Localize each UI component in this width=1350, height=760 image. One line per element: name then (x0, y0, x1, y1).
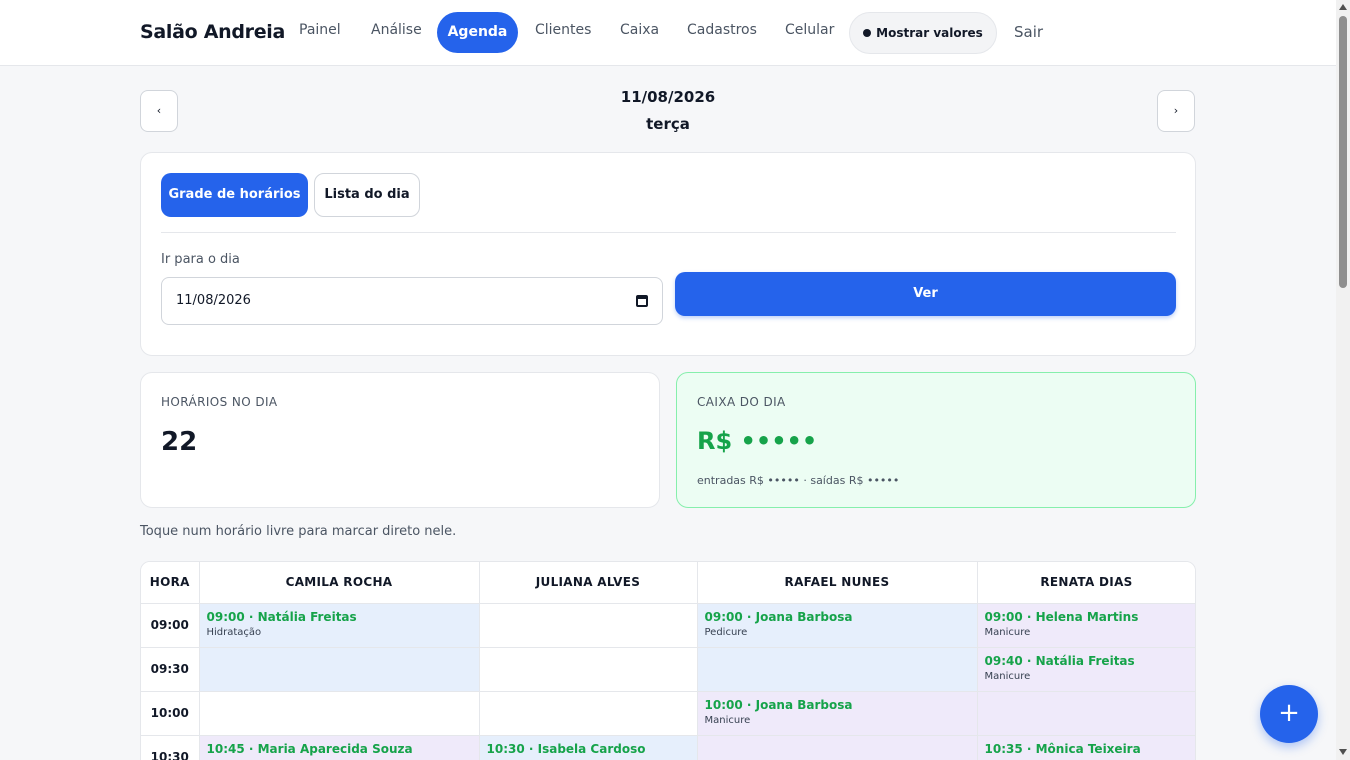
page-scrollbar[interactable] (1336, 0, 1350, 760)
free-slot[interactable] (479, 603, 698, 648)
scroll-up-arrow-icon[interactable] (1339, 4, 1347, 10)
nav-item-caixa[interactable]: Caixa (620, 22, 659, 38)
column-header-professional: RENATA DIAS (977, 562, 1195, 604)
appointment-service: Manicure (704, 714, 751, 726)
calendar-icon[interactable] (636, 295, 648, 307)
slots-label: HORÁRIOS NO DIA (161, 395, 278, 409)
divider (161, 232, 1176, 233)
goto-date-value: 11/08/2026 (176, 293, 251, 308)
column-header-professional: RAFAEL NUNES (697, 562, 978, 604)
appointment-title: 10:35 · Mônica Teixeira (984, 741, 1141, 756)
current-weekday: terça (646, 115, 690, 133)
show-values-label: Mostrar valores (876, 26, 983, 40)
column-header-professional: JULIANA ALVES (479, 562, 698, 604)
eye-dot-icon (863, 29, 872, 37)
free-slot[interactable] (199, 691, 480, 736)
nav-item-painel[interactable]: Painel (299, 22, 341, 38)
appointment-service: Manicure (984, 670, 1031, 682)
scroll-thumb[interactable] (1339, 16, 1347, 288)
hour-cell: 09:30 (141, 647, 200, 692)
free-slot[interactable] (977, 691, 1195, 736)
free-slot[interactable] (479, 647, 698, 692)
cash-label: CAIXA DO DIA (697, 395, 786, 409)
free-slot[interactable] (697, 647, 978, 692)
free-slot[interactable] (697, 735, 978, 760)
hour-cell: 09:00 (141, 603, 200, 648)
prev-day-button[interactable]: ‹ (140, 90, 178, 132)
add-appointment-button[interactable]: + (1260, 685, 1318, 743)
slots-stat-card: HORÁRIOS NO DIA 22 (140, 372, 660, 508)
appointment-title: 10:45 · Maria Aparecida Souza (206, 741, 413, 756)
nav-item-celular[interactable]: Celular (785, 22, 834, 38)
schedule-grid: HORA CAMILA ROCHA JULIANA ALVES RAFAEL N… (140, 561, 1196, 760)
goto-day-label: Ir para o dia (161, 252, 240, 267)
appointment-title: 09:00 · Joana Barbosa (704, 609, 853, 624)
current-date: 11/08/2026 (620, 88, 716, 106)
tab-grade-de-horarios[interactable]: Grade de horários (161, 173, 308, 217)
schedule-table: HORA CAMILA ROCHA JULIANA ALVES RAFAEL N… (141, 562, 1195, 760)
brand-title: Salão Andreia (140, 21, 286, 43)
free-slot[interactable] (479, 691, 698, 736)
scroll-down-arrow-icon[interactable] (1339, 749, 1347, 755)
appointment-slot[interactable]: 10:00 · Joana Barbosa Manicure (697, 691, 978, 736)
next-day-button[interactable]: › (1157, 90, 1195, 132)
free-slot[interactable] (199, 647, 480, 692)
appointment-slot[interactable]: 09:00 · Joana Barbosa Pedicure (697, 603, 978, 648)
tab-lista-do-dia[interactable]: Lista do dia (314, 173, 420, 217)
appointment-slot[interactable]: 10:45 · Maria Aparecida Souza (199, 735, 480, 760)
slots-value: 22 (161, 427, 198, 457)
view-controls-card: Grade de horários Lista do dia Ir para o… (140, 152, 1196, 356)
nav-item-clientes[interactable]: Clientes (535, 22, 591, 38)
appointment-slot[interactable]: 09:40 · Natália Freitas Manicure (977, 647, 1195, 692)
appointment-slot[interactable]: 09:00 · Helena Martins Manicure (977, 603, 1195, 648)
appointment-service: Hidratação (206, 626, 262, 638)
appointment-slot[interactable]: 10:35 · Mônica Teixeira (977, 735, 1195, 760)
cash-stat-card: CAIXA DO DIA R$ ••••• entradas R$ ••••• … (676, 372, 1196, 508)
table-row: 10:00 10:00 · Joana Barbosa Manicure (141, 691, 1195, 736)
table-row: 09:00 09:00 · Natália Freitas Hidratação 09… (141, 603, 1195, 648)
hour-cell: 10:30 (141, 735, 200, 760)
nav-item-cadastros[interactable]: Cadastros (687, 22, 757, 38)
table-row: 09:30 09:40 · Natália Freitas Manicure (141, 647, 1195, 692)
schedule-header-row: HORA CAMILA ROCHA JULIANA ALVES RAFAEL N… (141, 562, 1195, 604)
appointment-service: Manicure (984, 626, 1031, 638)
appointment-title: 09:00 · Helena Martins (984, 609, 1139, 624)
appointment-slot[interactable]: 10:30 · Isabela Cardoso (479, 735, 698, 760)
cash-value: R$ ••••• (697, 427, 818, 455)
logout-link[interactable]: Sair (1014, 23, 1043, 41)
schedule-body: 09:00 09:00 · Natália Freitas Hidratação 09… (141, 603, 1195, 760)
show-values-button[interactable]: Mostrar valores (849, 12, 997, 54)
appointment-title: 10:30 · Isabela Cardoso (486, 741, 646, 756)
nav-item-agenda[interactable]: Agenda (437, 12, 518, 53)
appointment-title: 09:40 · Natália Freitas (984, 653, 1135, 668)
table-row: 10:30 10:45 · Maria Aparecida Souza 10:30 … (141, 735, 1195, 760)
appointment-slot[interactable]: 09:00 · Natália Freitas Hidratação (199, 603, 480, 648)
goto-date-input[interactable]: 11/08/2026 (161, 277, 663, 325)
appointment-title: 10:00 · Joana Barbosa (704, 697, 853, 712)
top-navbar: Salão Andreia Painel Análise Agenda Clie… (0, 0, 1336, 66)
column-header-professional: CAMILA ROCHA (199, 562, 480, 604)
appointment-service: Pedicure (704, 626, 748, 638)
ver-button[interactable]: Ver (675, 272, 1176, 316)
nav-item-analise[interactable]: Análise (371, 22, 422, 38)
hour-cell: 10:00 (141, 691, 200, 736)
hint-text: Toque num horário livre para marcar dire… (140, 524, 457, 539)
appointment-title: 09:00 · Natália Freitas (206, 609, 357, 624)
cash-breakdown: entradas R$ ••••• · saídas R$ ••••• (697, 474, 900, 487)
column-header-hora: HORA (141, 562, 200, 604)
